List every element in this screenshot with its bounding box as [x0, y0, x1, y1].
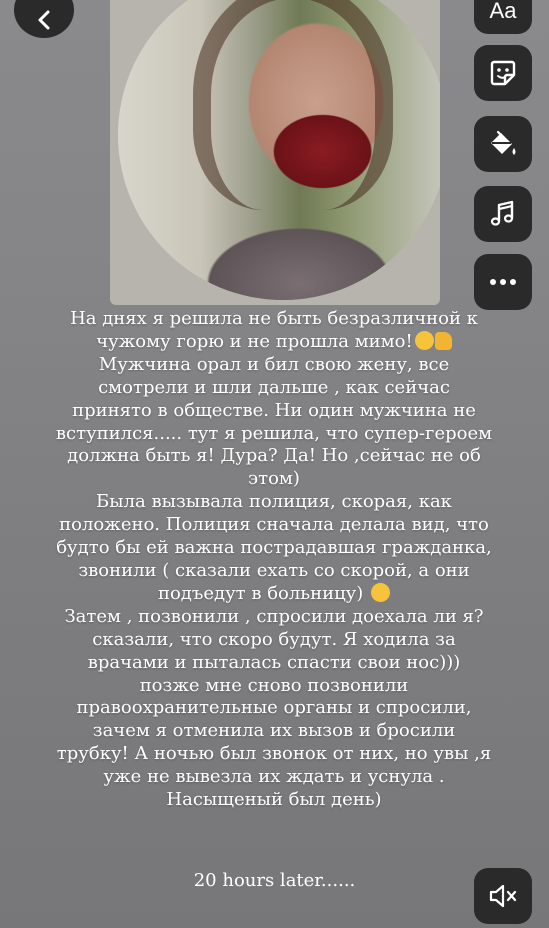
- mute-button[interactable]: [474, 868, 532, 924]
- grinning-sweat-emoji-icon: [414, 330, 434, 350]
- story-line: Мужчина орал и бил свою жену, все: [98, 353, 450, 375]
- back-button[interactable]: [14, 0, 74, 38]
- photo-subject: [193, 0, 393, 210]
- story-photo: [110, 0, 440, 305]
- story-line: положено. Полиция сначала делала вид, чт…: [59, 514, 489, 536]
- story-line: этом): [248, 468, 300, 490]
- back-icon: [38, 10, 50, 30]
- story-line: сказали, что скоро будут. Я ходила за: [92, 628, 456, 650]
- story-line: будто бы ей важна пострадавшая гражданка…: [56, 537, 492, 559]
- story-line: смотрели и шли дальше , как сейчас: [98, 376, 450, 398]
- story-text: На днях я решила не быть безразличной к …: [24, 308, 524, 812]
- more-icon: [490, 279, 516, 285]
- mute-icon: [489, 884, 517, 908]
- thumbs-up-emoji-icon: [434, 331, 452, 350]
- story-line: Затем , позвонили , спросили доехала ли …: [64, 605, 484, 627]
- sticker-button[interactable]: [474, 45, 532, 101]
- music-button[interactable]: [474, 186, 532, 242]
- story-line: зачем я отменила их вызов и бросили: [92, 720, 456, 742]
- music-icon: [490, 200, 514, 226]
- story-line: чужому горю и не прошла мимо!: [24, 330, 524, 354]
- story-line: должна быть я! Дура? Да! Но ,сейчас не о…: [67, 445, 481, 467]
- story-line: вступился..... тут я решила, что супер-г…: [55, 422, 493, 444]
- story-line: На днях я решила не быть безразличной к: [70, 308, 478, 329]
- background-fill-button[interactable]: [474, 116, 532, 172]
- story-line: трубку! А ночью был звонок от них, но ув…: [56, 743, 492, 765]
- text-tool-button[interactable]: Aa: [474, 0, 532, 34]
- story-line: позже мне сново позвонили: [139, 674, 409, 696]
- text-icon: Aa: [489, 0, 517, 23]
- photo-circle-crop: [118, 0, 440, 300]
- story-line: Была вызывала полиция, скорая, как: [96, 491, 452, 513]
- story-line: уже не вывезла их ждать и уснула .: [103, 766, 445, 788]
- smiling-emoji-icon: [371, 582, 391, 602]
- story-line: подъедут в больницу): [24, 582, 524, 606]
- story-line: правоохранительные органы и спросили,: [76, 697, 472, 719]
- story-line: звонили ( сказали ехать со скорой, а они: [78, 559, 470, 581]
- story-line: врачами и пыталась спасти свои нос))): [87, 651, 461, 673]
- paint-bucket-icon: [491, 130, 516, 155]
- story-line: Насыщеный был день): [166, 789, 382, 811]
- more-options-button[interactable]: [474, 254, 532, 310]
- sticker-icon: [490, 60, 516, 86]
- story-line: принято в обществе. Ни один мужчина не: [72, 399, 476, 421]
- story-footer: 20 hours later......: [193, 870, 356, 891]
